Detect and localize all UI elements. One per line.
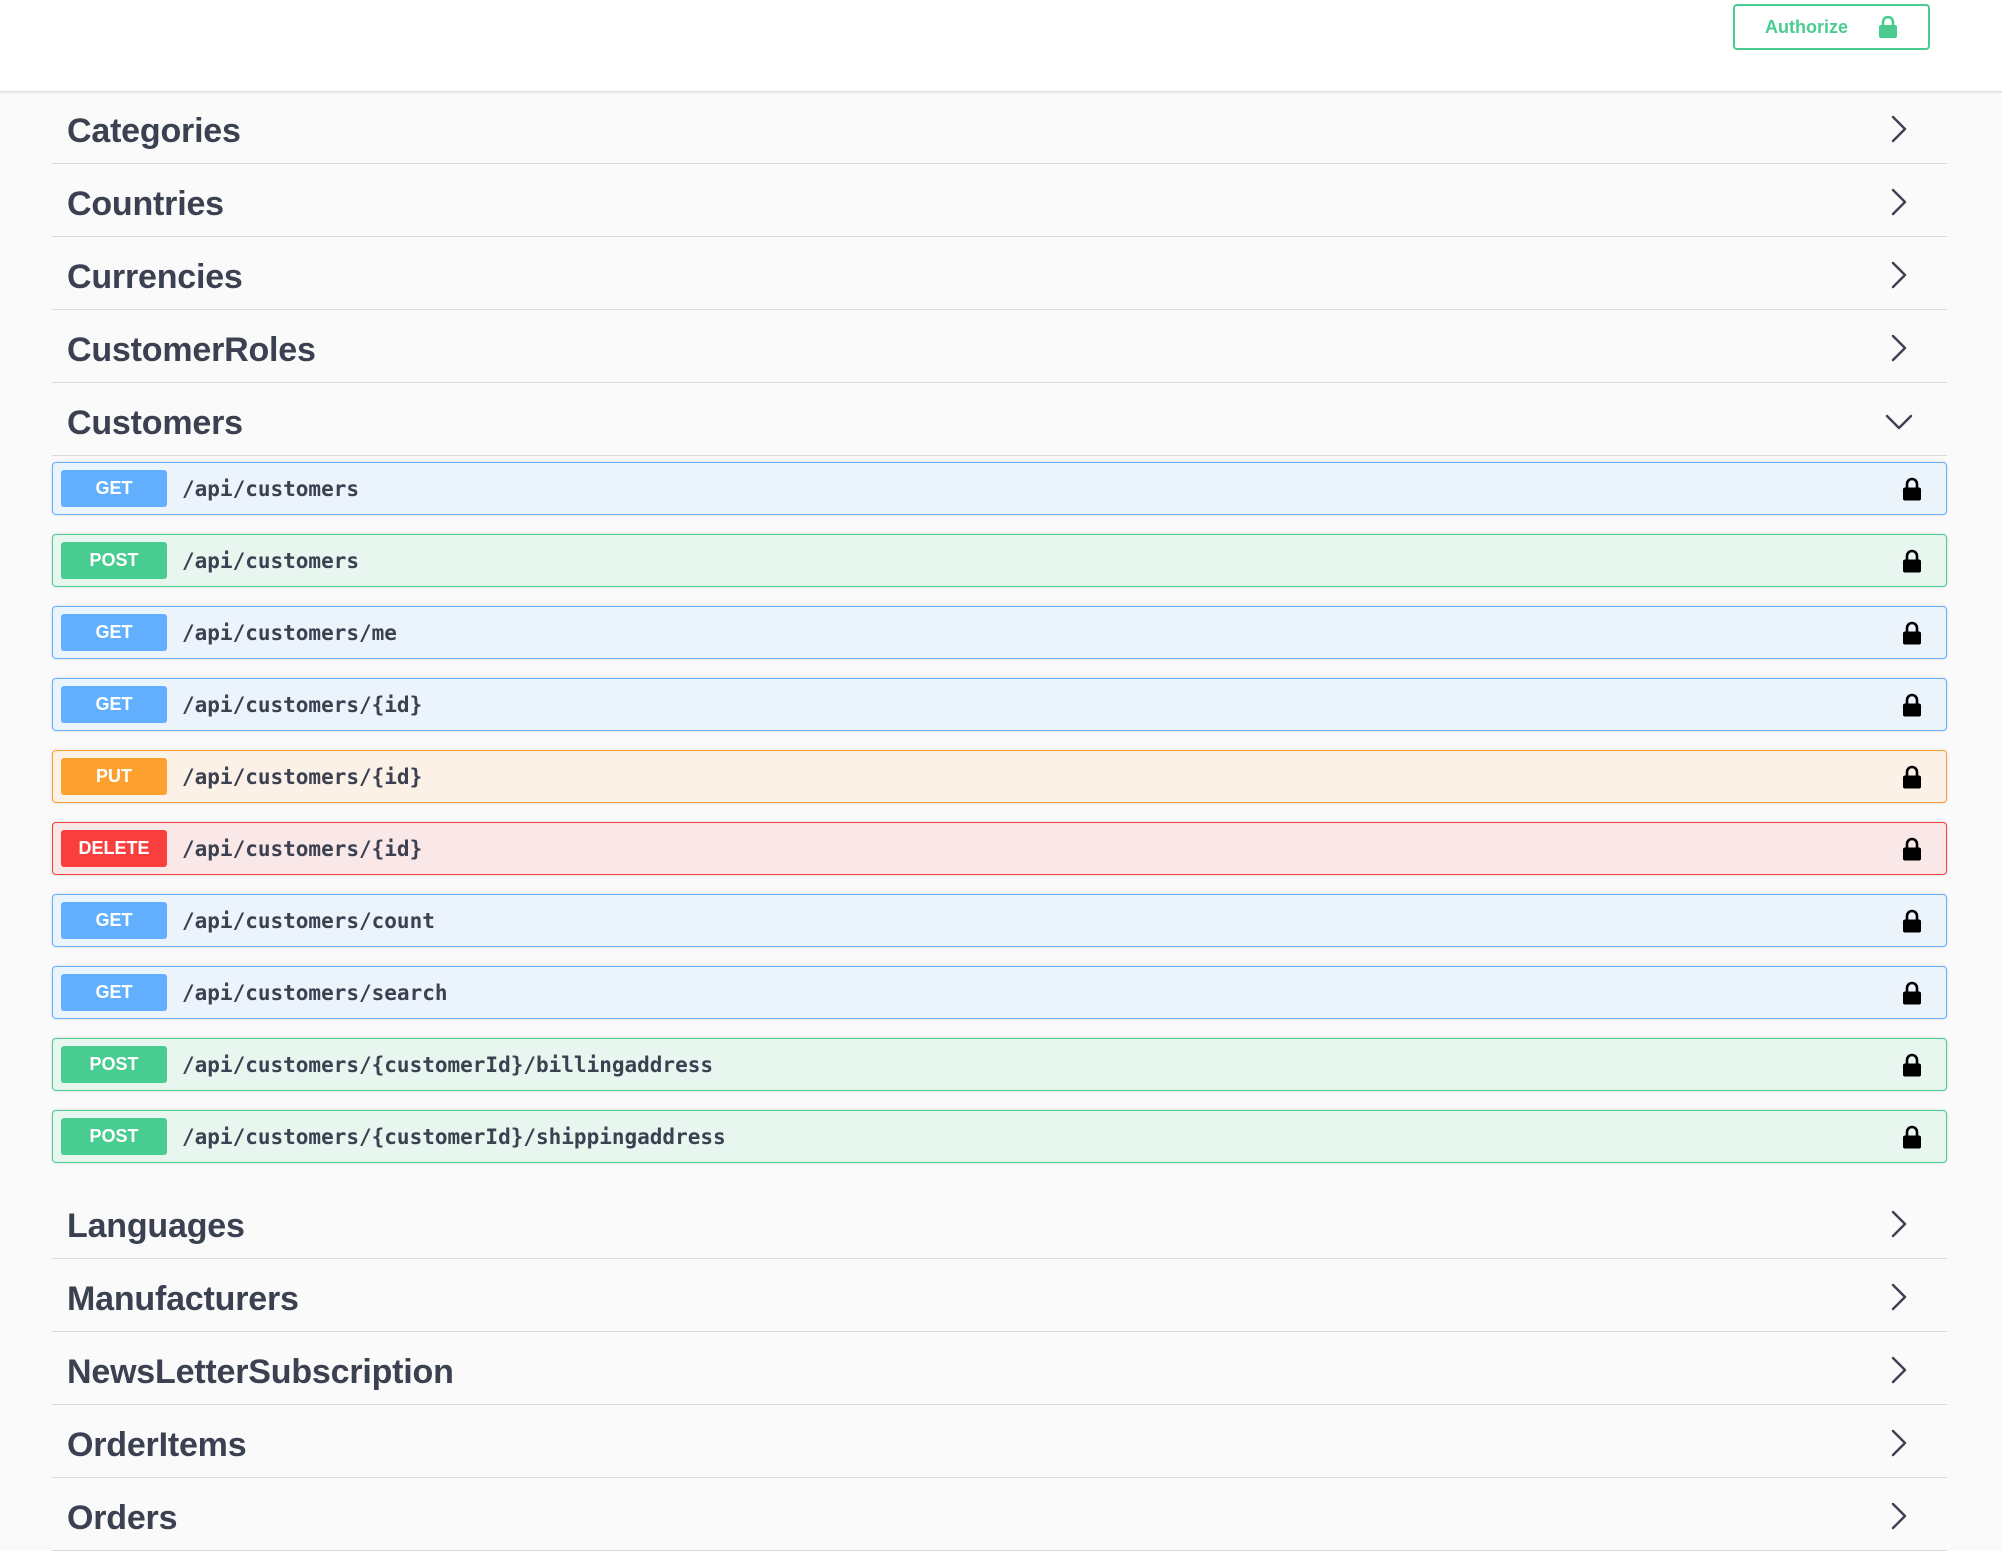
operation-get[interactable]: GET/api/customers/count xyxy=(52,894,1947,947)
method-badge: GET xyxy=(61,686,167,723)
chevron-right-icon[interactable] xyxy=(1889,261,1909,289)
tag-section-header[interactable]: CustomerRoles xyxy=(52,310,1947,383)
lock-icon[interactable] xyxy=(1902,620,1922,645)
authorize-button[interactable]: Authorize xyxy=(1733,4,1930,50)
tag-title: Languages xyxy=(67,1207,245,1245)
tag-title: Categories xyxy=(67,112,241,150)
chevron-right-icon[interactable] xyxy=(1889,115,1909,143)
operation-path: /api/customers/{customerId}/billingaddre… xyxy=(182,1052,714,1077)
tag-title: Orders xyxy=(67,1499,178,1537)
operation-path: /api/customers xyxy=(182,476,360,501)
tag-section-header[interactable]: Languages xyxy=(52,1186,1947,1259)
lock-icon[interactable] xyxy=(1902,1052,1922,1077)
method-badge: DELETE xyxy=(61,830,167,867)
chevron-right-icon[interactable] xyxy=(1889,1502,1909,1530)
tag-section-header[interactable]: OrderItems xyxy=(52,1405,1947,1478)
operation-get[interactable]: GET/api/customers xyxy=(52,462,1947,515)
operation-post[interactable]: POST/api/customers xyxy=(52,534,1947,587)
tag-section-header[interactable]: Currencies xyxy=(52,237,1947,310)
operation-get[interactable]: GET/api/customers/{id} xyxy=(52,678,1947,731)
tag-title: NewsLetterSubscription xyxy=(67,1353,454,1391)
operation-get[interactable]: GET/api/customers/me xyxy=(52,606,1947,659)
tag-section-header[interactable]: Orders xyxy=(52,1478,1947,1551)
method-badge: GET xyxy=(61,902,167,939)
method-badge: GET xyxy=(61,470,167,507)
chevron-right-icon[interactable] xyxy=(1889,188,1909,216)
tag-title: Countries xyxy=(67,185,224,223)
chevron-right-icon[interactable] xyxy=(1889,1283,1909,1311)
operation-path: /api/customers/search xyxy=(182,980,448,1005)
top-bar: Authorize xyxy=(0,0,2002,92)
tag-title: CustomerRoles xyxy=(67,331,316,369)
chevron-right-icon[interactable] xyxy=(1889,1429,1909,1457)
tag-section-header[interactable]: Manufacturers xyxy=(52,1259,1947,1332)
lock-icon[interactable] xyxy=(1902,980,1922,1005)
method-badge: PUT xyxy=(61,758,167,795)
tag-title: Manufacturers xyxy=(67,1280,299,1318)
operation-path: /api/customers/{id} xyxy=(182,836,423,861)
operation-path: /api/customers/{id} xyxy=(182,764,423,789)
lock-icon[interactable] xyxy=(1902,692,1922,717)
lock-icon[interactable] xyxy=(1902,836,1922,861)
tag-title: OrderItems xyxy=(67,1426,247,1464)
operation-path: /api/customers/{id} xyxy=(182,692,423,717)
authorize-label: Authorize xyxy=(1765,16,1848,37)
operation-path: /api/customers xyxy=(182,548,360,573)
operation-path: /api/customers/me xyxy=(182,620,397,645)
lock-icon[interactable] xyxy=(1902,1124,1922,1149)
lock-icon[interactable] xyxy=(1902,548,1922,573)
tag-section-header[interactable]: NewsLetterSubscription xyxy=(52,1332,1947,1405)
operation-post[interactable]: POST/api/customers/{customerId}/shipping… xyxy=(52,1110,1947,1163)
method-badge: GET xyxy=(61,974,167,1011)
operation-put[interactable]: PUT/api/customers/{id} xyxy=(52,750,1947,803)
operation-delete[interactable]: DELETE/api/customers/{id} xyxy=(52,822,1947,875)
operations-list: GET/api/customers POST/api/customers GET/a… xyxy=(52,456,1947,1186)
lock-icon[interactable] xyxy=(1902,908,1922,933)
tag-title: Currencies xyxy=(67,258,243,296)
method-badge: POST xyxy=(61,542,167,579)
lock-icon[interactable] xyxy=(1902,764,1922,789)
chevron-down-icon[interactable] xyxy=(1885,413,1913,431)
tag-section-header[interactable]: Countries xyxy=(52,164,1947,237)
method-badge: POST xyxy=(61,1046,167,1083)
tag-section-header[interactable]: Customers xyxy=(52,383,1947,456)
method-badge: GET xyxy=(61,614,167,651)
lock-icon xyxy=(1878,15,1898,39)
api-tag-list: Categories Countries Currencies CustomerRol… xyxy=(52,91,1947,1551)
lock-icon[interactable] xyxy=(1902,476,1922,501)
operation-post[interactable]: POST/api/customers/{customerId}/billinga… xyxy=(52,1038,1947,1091)
chevron-right-icon[interactable] xyxy=(1889,1210,1909,1238)
chevron-right-icon[interactable] xyxy=(1889,1356,1909,1384)
chevron-right-icon[interactable] xyxy=(1889,334,1909,362)
tag-title: Customers xyxy=(67,404,243,442)
operation-path: /api/customers/{customerId}/shippingaddr… xyxy=(182,1124,726,1149)
operation-get[interactable]: GET/api/customers/search xyxy=(52,966,1947,1019)
method-badge: POST xyxy=(61,1118,167,1155)
tag-section-header[interactable]: Categories xyxy=(52,91,1947,164)
operation-path: /api/customers/count xyxy=(182,908,435,933)
